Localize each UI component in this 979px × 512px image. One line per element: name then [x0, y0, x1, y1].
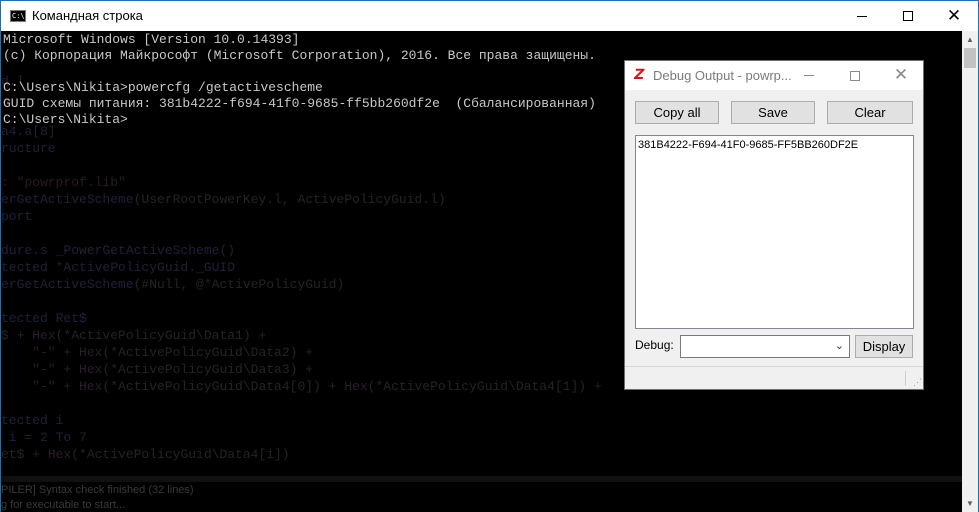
ghost-code-line: erGetActiveScheme(UserRootPowerKey.l, Ac…	[1, 191, 446, 208]
chevron-down-icon[interactable]: ⌄	[835, 339, 844, 352]
maximize-button[interactable]	[885, 1, 931, 31]
ghost-code-line: et$ + Hex(*ActivePolicyGuid\Data4[i])	[1, 446, 290, 463]
console-title: Командная строка	[32, 8, 143, 23]
ghost-code-token: ()	[219, 243, 236, 258]
ghost-code-line: "-" + Hex(*ActivePolicyGuid\Data4[0]) + …	[1, 378, 610, 395]
debug-output-line[interactable]: 381B4222-F694-41F0-9685-FF5BB260DF2E	[638, 139, 858, 151]
console-line: C:\Users\Nikita>powercfg /getactiveschem…	[3, 80, 323, 95]
save-button[interactable]: Save	[731, 101, 815, 124]
close-icon: ✕	[946, 5, 962, 26]
display-button[interactable]: Display	[855, 335, 913, 358]
ghost-code-token: Hex	[344, 379, 368, 394]
ghost-code-token: (#Null, @*ActivePolicyGuid)	[133, 277, 345, 292]
clear-button[interactable]: Clear	[827, 101, 913, 124]
maximize-icon	[903, 11, 913, 21]
ghost-code-token: erGetActiveScheme	[1, 192, 134, 207]
debug-output-window: Z Debug Output - powrp... ✕ Copy all Sav…	[624, 60, 924, 390]
ghost-code-line: port	[1, 209, 33, 224]
ghost-code-line: erGetActiveScheme(#Null, @*ActivePolicyG…	[1, 276, 344, 293]
minimize-icon	[804, 75, 814, 76]
ghost-code-token: (*ActivePolicyGuid\Data1) +	[55, 328, 267, 343]
ghost-code-line: $ + Hex(*ActivePolicyGuid\Data1) +	[1, 327, 266, 344]
ghost-code-line: : "powrprof.lib"	[1, 175, 126, 190]
scroll-down-arrow-icon[interactable]: ▼	[962, 495, 978, 512]
status-separator	[905, 371, 906, 386]
ghost-code-token: +	[55, 362, 80, 377]
console-prompt-line: C:\Users\Nikita>	[3, 112, 128, 127]
ghost-code-line: ructure	[1, 141, 56, 156]
debug-maximize-button[interactable]	[832, 61, 878, 90]
ghost-status-line: PILER] Syntax check finished (32 lines)	[1, 484, 194, 496]
ghost-code-token: (*ActivePolicyGuid\Data3) +	[102, 362, 314, 377]
ghost-code-token: "-"	[1, 345, 56, 360]
console-line: Microsoft Windows [Version 10.0.14393]	[3, 32, 300, 47]
ghost-code-token: Hex	[32, 328, 56, 343]
maximize-icon	[850, 70, 860, 81]
debug-close-button[interactable]: ✕	[878, 61, 924, 90]
ghost-code-token: erGetActiveScheme	[1, 277, 134, 292]
debug-expression-combobox[interactable]: ⌄	[680, 335, 850, 358]
debug-output-list[interactable]: 381B4222-F694-41F0-9685-FF5BB260DF2E	[635, 135, 914, 329]
ghost-code-token: +	[55, 345, 80, 360]
ghost-code-token: et$ +	[1, 447, 48, 462]
ghost-code-line: i = 2 To 7	[1, 430, 87, 445]
cmd-app-icon: C:\_	[10, 10, 26, 22]
close-icon: ✕	[893, 65, 909, 85]
ghost-code-token: Hex	[79, 379, 103, 394]
ghost-editor-divider	[1, 476, 962, 482]
close-button[interactable]: ✕	[931, 1, 977, 31]
ghost-code-line: "-" + Hex(*ActivePolicyGuid\Data2) +	[1, 344, 313, 361]
ghost-code-token: "-"	[1, 379, 56, 394]
ghost-code-token: "-"	[1, 362, 56, 377]
debug-expression-label: Debug:	[635, 338, 674, 352]
ghost-code-token: dure.s _PowerGetActiveScheme	[1, 243, 220, 258]
ghost-code-token: (*ActivePolicyGuid\Data4[1]) +	[367, 379, 610, 394]
console-line: GUID схемы питания: 381b4222-f694-41f0-9…	[3, 96, 596, 111]
ghost-code-line: dure.s _PowerGetActiveScheme()	[1, 242, 235, 259]
ghost-code-token: (*ActivePolicyGuid\Data2) +	[102, 345, 314, 360]
resize-grip-icon[interactable]: ⋰	[913, 377, 922, 388]
console-titlebar[interactable]: C:\_ Командная строка ✕	[1, 1, 978, 31]
ghost-code-token: Hex	[47, 447, 72, 462]
debug-minimize-button[interactable]	[786, 61, 832, 90]
debug-titlebar[interactable]: Z Debug Output - powrp... ✕	[625, 61, 923, 90]
ghost-code-token: Hex	[79, 362, 103, 377]
ghost-code-token: $ +	[1, 328, 33, 343]
console-scrollbar[interactable]: ▲ ▼	[962, 31, 978, 512]
ghost-code-line: tected Ret$	[1, 311, 87, 326]
ghost-code-token: +	[55, 379, 80, 394]
debug-status-bar: ⋰	[625, 366, 923, 389]
ghost-code-line: tected i	[1, 413, 64, 428]
scrollbar-thumb[interactable]	[964, 48, 976, 68]
minimize-icon	[857, 15, 867, 17]
ghost-code-token: (*ActivePolicyGuid\Data4[i])	[71, 447, 290, 462]
ghost-code-line: tected *ActivePolicyGuid._GUID	[1, 260, 236, 275]
ghost-code-token: (*ActivePolicyGuid\Data4[0]) +	[102, 379, 345, 394]
ghost-code-token: Hex	[79, 345, 103, 360]
ghost-code-token: (UserRootPowerKey.l, ActivePolicyGuid.l)	[133, 192, 446, 207]
console-line: (c) Корпорация Майкрософт (Microsoft Cor…	[3, 48, 596, 63]
ghost-code-line: "-" + Hex(*ActivePolicyGuid\Data3) +	[1, 361, 313, 378]
debug-window-title: Debug Output - powrp...	[653, 68, 792, 83]
purebasic-app-icon: Z	[632, 67, 646, 83]
ghost-status-line: g for executable to start...	[1, 499, 126, 511]
copy-all-button[interactable]: Copy all	[635, 101, 719, 124]
minimize-button[interactable]	[839, 1, 885, 31]
scroll-up-arrow-icon[interactable]: ▲	[962, 31, 978, 48]
